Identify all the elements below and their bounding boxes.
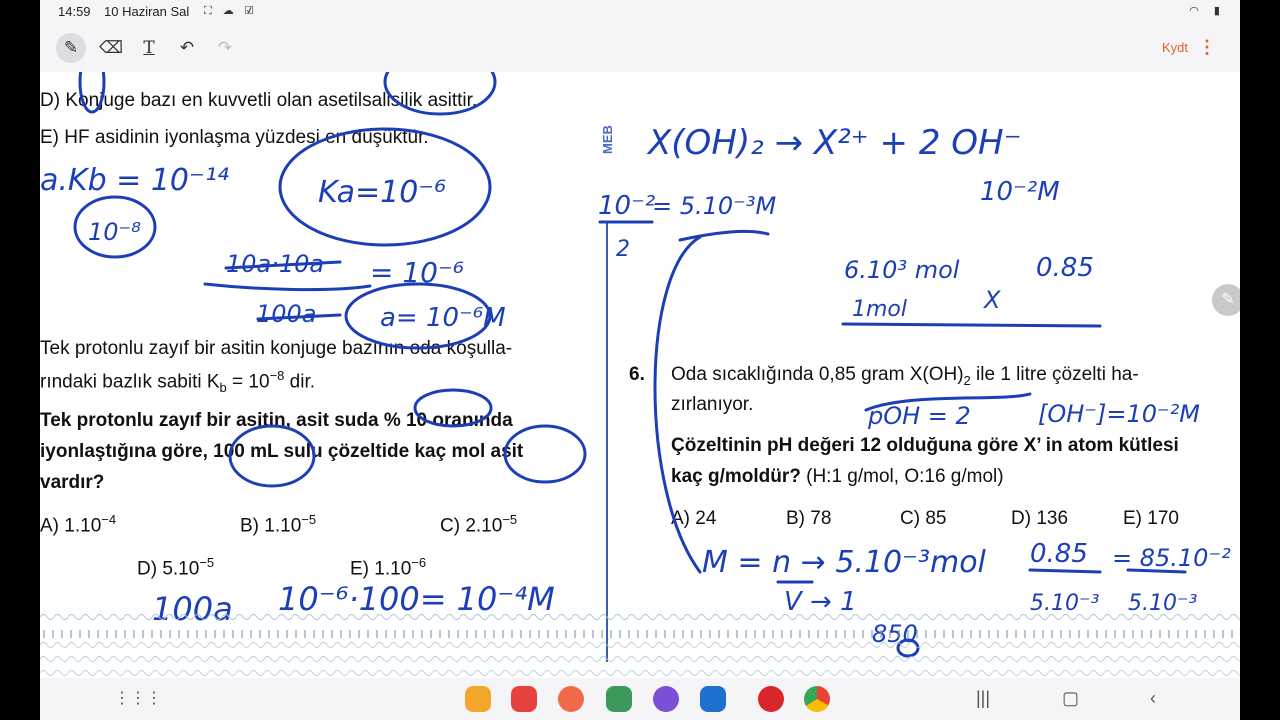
app-drawer-icon[interactable]: ⋮⋮⋮ bbox=[114, 688, 162, 708]
ink-text: 0.85 bbox=[1030, 539, 1088, 569]
people-app-icon[interactable] bbox=[558, 686, 584, 712]
save-button[interactable]: Kydt bbox=[1162, 40, 1188, 55]
ink-circle bbox=[78, 72, 106, 114]
more-options-icon[interactable]: ⋮ bbox=[1198, 37, 1216, 58]
ink-text: Ka=10⁻⁶ bbox=[318, 175, 446, 210]
chrome-app-icon[interactable] bbox=[804, 686, 830, 712]
ink-stroke bbox=[678, 229, 770, 242]
redo-icon[interactable]: ↷ bbox=[210, 34, 240, 62]
ink-text: [OH⁻]=10⁻²M bbox=[1038, 400, 1200, 428]
text-tool-icon[interactable]: T bbox=[134, 34, 164, 62]
ink-text: 0.85 bbox=[1036, 253, 1094, 283]
calculator-app-icon[interactable] bbox=[606, 686, 632, 712]
ink-circle bbox=[228, 424, 316, 488]
navigation-bar: ⋮⋮⋮ ||| ▢ ‹ bbox=[40, 678, 1240, 720]
ink-text: 100a bbox=[256, 300, 317, 328]
browser-app-icon[interactable] bbox=[653, 686, 679, 712]
status-time: 14:59 bbox=[58, 4, 91, 19]
ink-text: M = n → 5.10⁻³mol bbox=[702, 545, 987, 580]
decorative-ruler bbox=[40, 610, 1240, 678]
ink-text: X bbox=[982, 286, 1001, 314]
handwriting-layer: a.Kb = 10⁻¹⁴ 10⁻⁸ Ka=10⁻⁶ 10a·10a 100a =… bbox=[40, 72, 1231, 658]
notes-app-icon[interactable] bbox=[511, 686, 537, 712]
recents-icon[interactable]: ||| bbox=[976, 688, 990, 709]
ink-text: 10⁻² bbox=[598, 191, 655, 221]
ink-text: 6.10³ mol bbox=[844, 256, 960, 284]
ink-circle bbox=[503, 424, 587, 484]
ink-text: a= 10⁻⁶M bbox=[380, 303, 506, 333]
ink-text: pOH = 2 bbox=[867, 402, 971, 430]
ink-circle bbox=[413, 388, 493, 428]
system-icons: ◠ ▮ bbox=[1189, 5, 1226, 17]
home-icon[interactable]: ▢ bbox=[1062, 688, 1079, 709]
ink-text: 10⁻⁸ bbox=[88, 218, 141, 246]
annotation-toolbar: ✎ ⌫ T ↶ ↷ Kydt ⋮ bbox=[40, 24, 1240, 72]
ink-bracket bbox=[653, 235, 702, 574]
ink-circle bbox=[383, 72, 497, 116]
notification-icons: ⛶ ☁ ☑ bbox=[204, 5, 258, 17]
ink-text: = 85.10⁻² bbox=[1112, 544, 1231, 572]
ink-fraction-line bbox=[1028, 568, 1102, 574]
pen-icon[interactable]: ✎ bbox=[56, 33, 86, 63]
ink-fraction-line bbox=[841, 322, 1102, 328]
ink-text: 10⁻²M bbox=[980, 177, 1060, 207]
ink-text: 1mol bbox=[852, 297, 907, 322]
undo-icon[interactable]: ↶ bbox=[172, 34, 202, 62]
calendar-app-icon[interactable] bbox=[700, 686, 726, 712]
ink-text: X(OH)₂ → X²⁺ + 2 OH⁻ bbox=[646, 123, 1022, 163]
status-bar: 14:59 10 Haziran Sal ⛶ ☁ ☑ ◠ ▮ bbox=[40, 0, 1240, 24]
status-date: 10 Haziran Sal bbox=[104, 4, 190, 19]
edge-panel-handle-icon[interactable]: ✎ bbox=[1212, 284, 1240, 316]
ink-text: 2 bbox=[616, 237, 630, 262]
folder-app-icon[interactable] bbox=[465, 686, 491, 712]
ink-text: a.Kb = 10⁻¹⁴ bbox=[40, 163, 229, 198]
document-page: D) Konjuge bazı en kuvvetli olan asetils… bbox=[40, 72, 1240, 678]
video-app-icon[interactable] bbox=[758, 686, 784, 712]
ink-text: = 10⁻⁶ bbox=[370, 256, 464, 289]
ink-text: = 5.10⁻³M bbox=[652, 192, 776, 220]
back-icon[interactable]: ‹ bbox=[1150, 688, 1156, 709]
tablet-screen: 14:59 10 Haziran Sal ⛶ ☁ ☑ ◠ ▮ ✎ ⌫ T ↶ ↷… bbox=[40, 0, 1240, 720]
ink-fraction-line bbox=[203, 282, 372, 292]
ink-text: 10a·10a bbox=[226, 250, 324, 278]
eraser-icon[interactable]: ⌫ bbox=[96, 34, 126, 62]
